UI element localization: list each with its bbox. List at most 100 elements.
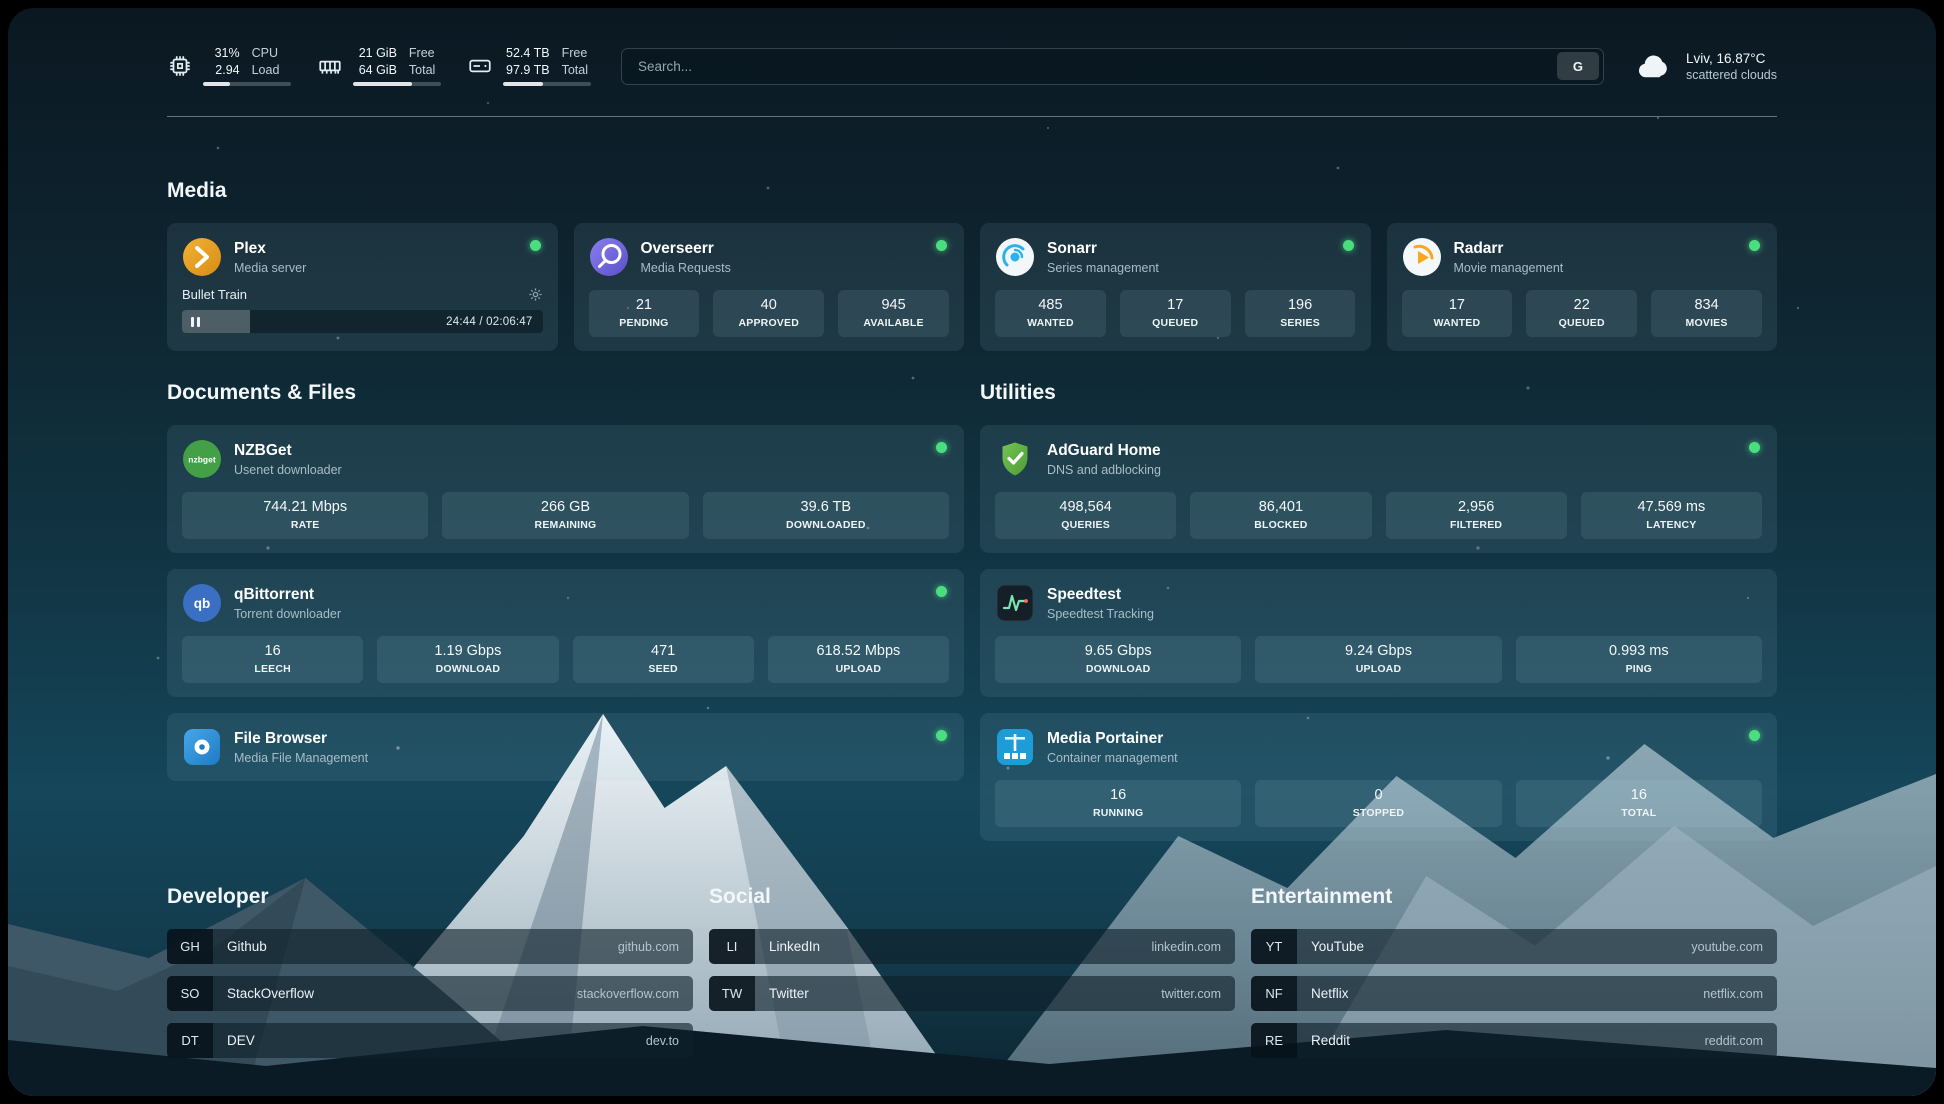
memory-total-label: Total <box>409 63 441 79</box>
stat-box: 17 QUEUED <box>1120 290 1231 337</box>
stat-label: PING <box>1520 663 1758 675</box>
card-adguard[interactable]: AdGuard Home DNS and adblocking 498,564 … <box>980 425 1777 553</box>
bookmark-youtube[interactable]: YT YouTube youtube.com <box>1251 929 1777 964</box>
stat-box: 16 LEECH <box>182 636 363 683</box>
memory-widget: 21 GiB Free 64 GiB Total <box>317 46 441 86</box>
service-name: NZBGet <box>234 442 342 460</box>
card-radarr[interactable]: Radarr Movie management 17 WANTED 22 QUE… <box>1387 223 1778 351</box>
stat-label: QUEUED <box>1530 317 1633 329</box>
bookmark-linkedin[interactable]: LI LinkedIn linkedin.com <box>709 929 1235 964</box>
stat-label: QUERIES <box>999 519 1172 531</box>
bookmark-netflix[interactable]: NF Netflix netflix.com <box>1251 976 1777 1011</box>
stat-label: RATE <box>186 519 424 531</box>
stat-box: 39.6 TB DOWNLOADED <box>703 492 949 539</box>
stat-label: APPROVED <box>717 317 820 329</box>
bookmark-abbr: LI <box>709 929 755 964</box>
bookmark-name: Github <box>213 929 618 964</box>
stat-box: 9.24 Gbps UPLOAD <box>1255 636 1501 683</box>
header-divider <box>167 116 1777 117</box>
stat-label: DOWNLOADED <box>707 519 945 531</box>
stat-value: 2,956 <box>1390 499 1563 515</box>
card-overseerr[interactable]: Overseerr Media Requests 21 PENDING 40 A… <box>574 223 965 351</box>
stat-box: 618.52 Mbps UPLOAD <box>768 636 949 683</box>
bookmark-name: StackOverflow <box>213 976 577 1011</box>
section-title-entertainment: Entertainment <box>1251 885 1777 909</box>
stat-value: 498,564 <box>999 499 1172 515</box>
stat-box: 2,956 FILTERED <box>1386 492 1567 539</box>
search-input[interactable] <box>626 59 1557 74</box>
svg-text:nzbget: nzbget <box>188 455 216 465</box>
stat-label: WANTED <box>1406 317 1509 329</box>
stat-label: QUEUED <box>1124 317 1227 329</box>
stat-label: PENDING <box>593 317 696 329</box>
cpu-label: CPU <box>252 46 291 62</box>
card-nzbget[interactable]: nzbget NZBGet Usenet downloader 744.21 M… <box>167 425 964 553</box>
bookmark-abbr: TW <box>709 976 755 1011</box>
bookmark-name: YouTube <box>1297 929 1691 964</box>
nzbget-icon: nzbget <box>182 439 222 479</box>
memory-progress-track <box>353 82 441 86</box>
stat-label: UPLOAD <box>772 663 945 675</box>
service-subtitle: Speedtest Tracking <box>1047 607 1154 621</box>
portainer-icon <box>995 727 1035 767</box>
cpu-percent: 31% <box>203 46 240 62</box>
bookmarks-entertainment: Entertainment YT YouTube youtube.com NF … <box>1251 885 1777 1058</box>
stat-value: 471 <box>577 643 750 659</box>
stat-value: 47.569 ms <box>1585 499 1758 515</box>
speedtest-icon <box>995 583 1035 623</box>
bookmark-domain: youtube.com <box>1691 929 1777 964</box>
stat-label: RUNNING <box>999 807 1237 819</box>
bookmark-reddit[interactable]: RE Reddit reddit.com <box>1251 1023 1777 1058</box>
card-plex[interactable]: Plex Media server Bullet Train <box>167 223 558 351</box>
stat-value: 485 <box>999 297 1102 313</box>
stat-value: 16 <box>186 643 359 659</box>
bookmark-twitter[interactable]: TW Twitter twitter.com <box>709 976 1235 1011</box>
service-subtitle: Media Requests <box>641 261 731 275</box>
stat-value: 744.21 Mbps <box>186 499 424 515</box>
section-title-media: Media <box>167 179 1777 203</box>
disk-free: 52.4 TB <box>503 46 550 62</box>
bookmark-abbr: NF <box>1251 976 1297 1011</box>
service-subtitle: Usenet downloader <box>234 463 342 477</box>
service-subtitle: Media File Management <box>234 751 368 765</box>
service-subtitle: Container management <box>1047 751 1178 765</box>
weather-condition: scattered clouds <box>1686 68 1777 82</box>
stat-box: 40 APPROVED <box>713 290 824 337</box>
service-subtitle: Movie management <box>1454 261 1564 275</box>
stream-settings-icon[interactable] <box>528 287 543 302</box>
stat-box: 0.993 ms PING <box>1516 636 1762 683</box>
bookmark-name: DEV <box>213 1023 646 1058</box>
stat-box: 1.19 Gbps DOWNLOAD <box>377 636 558 683</box>
search-provider-button[interactable]: G <box>1557 52 1599 80</box>
disk-total: 97.9 TB <box>503 63 550 79</box>
pause-button[interactable] <box>189 315 202 329</box>
stat-label: UPLOAD <box>1259 663 1497 675</box>
card-sonarr[interactable]: Sonarr Series management 485 WANTED 17 Q… <box>980 223 1371 351</box>
cpu-progress-fill <box>203 82 230 86</box>
stat-label: STOPPED <box>1259 807 1497 819</box>
stat-label: SEED <box>577 663 750 675</box>
card-qbittorrent[interactable]: qb qBittorrent Torrent downloader 16 LEE… <box>167 569 964 697</box>
bookmark-stackoverflow[interactable]: SO StackOverflow stackoverflow.com <box>167 976 693 1011</box>
bookmark-github[interactable]: GH Github github.com <box>167 929 693 964</box>
weather-widget: Lviv, 16.87°C scattered clouds <box>1634 51 1777 82</box>
card-filebrowser[interactable]: File Browser Media File Management <box>167 713 964 781</box>
service-subtitle: Torrent downloader <box>234 607 341 621</box>
now-playing-title: Bullet Train <box>182 287 247 302</box>
bookmark-abbr: SO <box>167 976 213 1011</box>
stat-box: 834 MOVIES <box>1651 290 1762 337</box>
stat-box: 16 RUNNING <box>995 780 1241 827</box>
card-portainer[interactable]: Media Portainer Container management 16 … <box>980 713 1777 841</box>
cpu-load: 2.94 <box>203 63 240 79</box>
disk-progress-fill <box>503 82 543 86</box>
stat-value: 86,401 <box>1194 499 1367 515</box>
stat-value: 16 <box>999 787 1237 803</box>
section-title-utilities: Utilities <box>980 381 1777 405</box>
stat-value: 834 <box>1655 297 1758 313</box>
cpu-load-label: Load <box>252 63 291 79</box>
stat-box: 9.65 Gbps DOWNLOAD <box>995 636 1241 683</box>
service-subtitle: DNS and adblocking <box>1047 463 1161 477</box>
stat-box: 471 SEED <box>573 636 754 683</box>
card-speedtest[interactable]: Speedtest Speedtest Tracking 9.65 Gbps D… <box>980 569 1777 697</box>
bookmark-dev[interactable]: DT DEV dev.to <box>167 1023 693 1058</box>
